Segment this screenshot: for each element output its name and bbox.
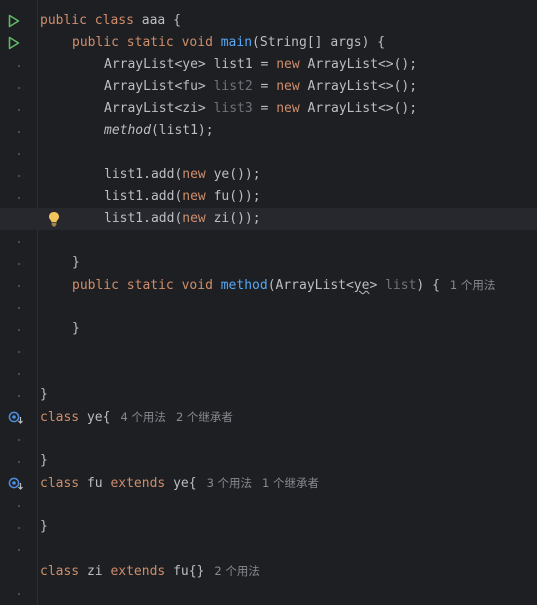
expression: ArrayList<>(); [299,101,418,116]
keyword: static [126,278,174,293]
keyword: extends [110,564,166,579]
keyword: new [182,189,206,204]
code-line[interactable]: ArrayList<ye> list1 = new ArrayList<>(); [0,54,537,76]
method-signature: (String[] args) { [252,35,386,50]
closing-brace: } [40,453,48,468]
usages-hint[interactable]: 4 个用法 [120,410,165,424]
unused-parameter: list [385,278,417,293]
keyword: new [182,167,206,182]
keyword: extends [110,476,166,491]
code-line[interactable]: public static void main(String[] args) { [0,32,537,54]
code-line[interactable]: } [0,318,537,340]
usages-hint[interactable]: 3 个用法 [207,476,252,490]
keyword: new [182,211,206,226]
type: ArrayList<zi> [104,101,214,116]
arguments: (list1); [150,123,214,138]
type: (ArrayList< [267,278,354,293]
operator: = [252,57,277,72]
code-line[interactable]: ArrayList<zi> list3 = new ArrayList<>(); [0,98,537,120]
keyword: new [276,79,300,94]
warning-type: ye [353,278,370,293]
method-signature: ) { [416,278,440,293]
code-line[interactable]: public static void method(ArrayList<ye> … [0,274,537,296]
closing-brace: } [72,321,80,336]
keyword: void [181,35,213,50]
keyword: new [276,101,300,116]
usages-hint[interactable]: 1 个用法 [450,278,495,292]
code-line[interactable]: } [0,516,537,538]
keyword: static [126,35,174,50]
keyword: new [276,57,300,72]
keyword: class [40,410,80,425]
class-decl: fu{} [165,564,205,579]
class-name: fu [79,476,111,491]
code-line[interactable]: class zi extends fu{} 2 个用法 [0,560,537,582]
keyword: public [40,13,87,28]
class-decl: ye{ [79,410,111,425]
class-decl: aaa { [133,13,181,28]
keyword: class [40,564,80,579]
expression: zi()); [205,211,261,226]
usages-hint[interactable]: 2 个用法 [214,564,259,578]
variable: list1 [213,57,253,72]
unused-variable: list2 [213,79,253,94]
operator: = [252,79,277,94]
keyword: void [181,278,213,293]
code-line[interactable]: public class aaa { [0,10,537,32]
method-call: list1.add( [104,167,183,182]
code-line[interactable]: } [0,450,537,472]
keyword: class [94,13,134,28]
class-name: zi [79,564,111,579]
lightbulb-icon[interactable] [48,211,60,227]
expression: ye()); [205,167,261,182]
keyword: public [72,278,119,293]
closing-brace: } [40,387,48,402]
code-line[interactable]: } [0,384,537,406]
type: > [369,278,386,293]
type: ArrayList<fu> [104,79,214,94]
inheritors-hint[interactable]: 1 个继承者 [262,476,319,490]
method-name: method [220,278,268,293]
code-line[interactable]: } [0,252,537,274]
operator: = [252,101,277,116]
method-call: method [104,123,151,138]
code-line[interactable]: list1.add(new ye()); [0,164,537,186]
closing-brace: } [72,255,80,270]
code-line[interactable]: class fu extends ye{ 3 个用法 1 个继承者 [0,472,537,494]
code-line[interactable]: list1.add(new fu()); [0,186,537,208]
unused-variable: list3 [213,101,253,116]
current-code-line[interactable]: list1.add(new zi()); [0,208,537,230]
expression: fu()); [205,189,261,204]
method-call: list1.add( [104,189,183,204]
expression: ArrayList<>(); [299,57,418,72]
method-name: main [220,35,253,50]
keyword: class [40,476,80,491]
expression: ArrayList<>(); [299,79,418,94]
code-line[interactable]: class ye{ 4 个用法 2 个继承者 [0,406,537,428]
type: ArrayList<ye> [104,57,214,72]
inheritors-hint[interactable]: 2 个继承者 [176,410,233,424]
code-line[interactable]: ArrayList<fu> list2 = new ArrayList<>(); [0,76,537,98]
class-decl: ye{ [165,476,197,491]
keyword: public [72,35,119,50]
closing-brace: } [40,519,48,534]
method-call: list1.add( [104,211,183,226]
code-line[interactable]: method(list1); [0,120,537,142]
